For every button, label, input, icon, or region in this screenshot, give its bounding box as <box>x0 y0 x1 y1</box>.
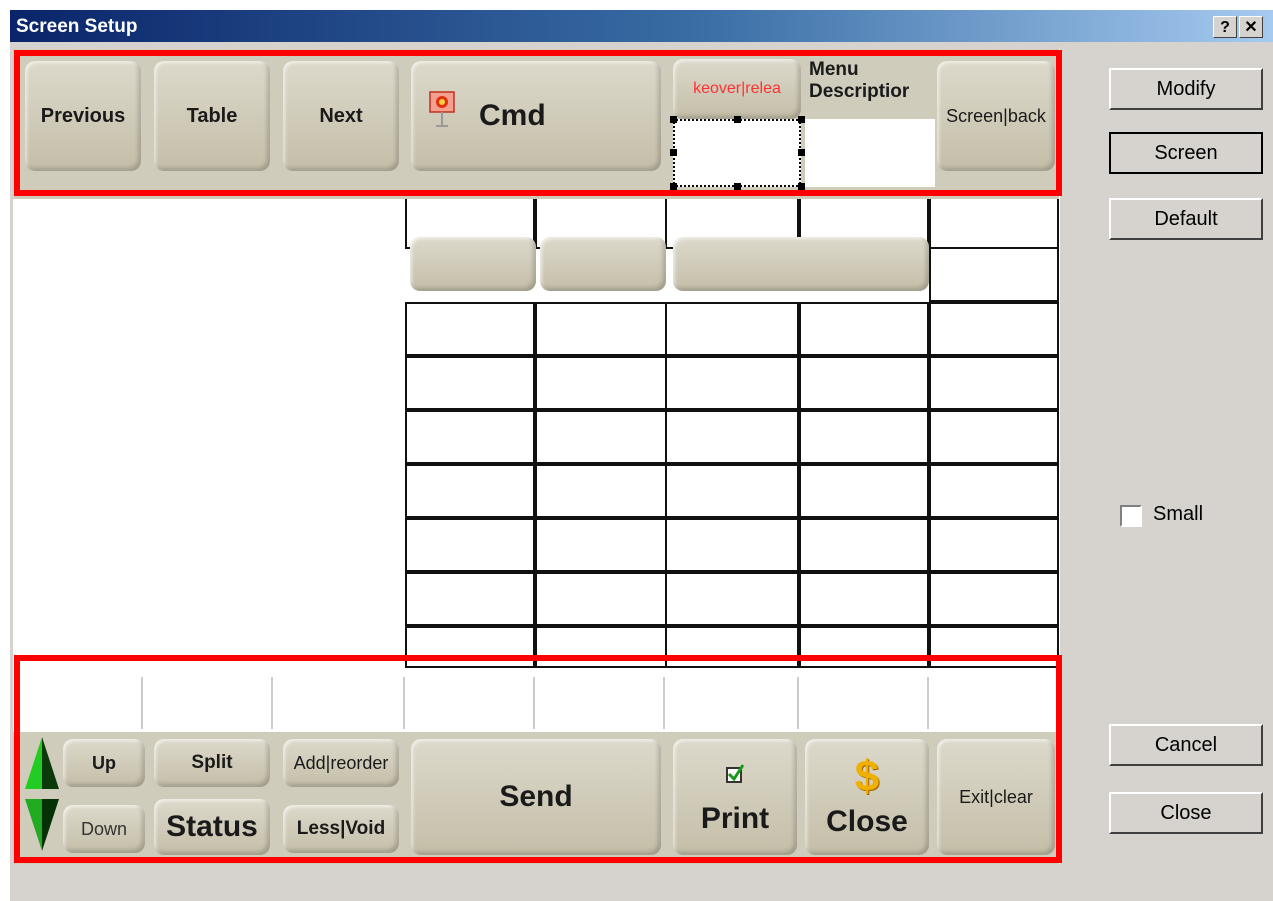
cmd-label: Cmd <box>479 99 546 132</box>
screen-setup-window: Screen Setup ? ✕ Previous Table Next Cmd… <box>10 10 1273 901</box>
selected-cell[interactable] <box>673 119 801 187</box>
small-label: Small <box>1153 503 1204 525</box>
grid-cell[interactable] <box>665 464 799 518</box>
exit-clear-button[interactable]: Exit|clear <box>937 739 1055 855</box>
cmd-icon <box>427 90 457 130</box>
grid-cell[interactable] <box>535 464 667 518</box>
bottom-cell[interactable] <box>145 677 273 729</box>
grid-button[interactable] <box>410 237 536 291</box>
grid-cell[interactable] <box>799 410 929 464</box>
grid-cell[interactable] <box>799 572 929 626</box>
print-button[interactable]: Print <box>673 739 797 855</box>
grid-cell[interactable] <box>535 410 667 464</box>
up-arrow-icon <box>21 735 63 791</box>
previous-button[interactable]: Previous <box>25 61 141 171</box>
grid-cell[interactable] <box>929 247 1059 302</box>
close-window-button[interactable]: ✕ <box>1239 16 1263 38</box>
up-button[interactable]: Up <box>63 739 145 787</box>
grid-cell[interactable] <box>929 197 1059 249</box>
next-button[interactable]: Next <box>283 61 399 171</box>
bottom-cell[interactable] <box>405 677 535 729</box>
grid-cell[interactable] <box>799 302 929 356</box>
resize-handle[interactable] <box>670 116 677 123</box>
bottom-cell[interactable] <box>535 677 665 729</box>
resize-handle[interactable] <box>798 149 805 156</box>
table-button[interactable]: Table <box>154 61 270 171</box>
bottom-cell[interactable] <box>929 677 1059 729</box>
cancel-button[interactable]: Cancel <box>1109 724 1263 766</box>
help-button[interactable]: ? <box>1213 16 1237 38</box>
grid-button[interactable] <box>540 237 666 291</box>
grid-cell[interactable] <box>799 518 929 572</box>
add-reorder-button[interactable]: Add|reorder <box>283 739 399 787</box>
resize-handle[interactable] <box>798 116 805 123</box>
grid-cell[interactable] <box>405 302 535 356</box>
cmd-button[interactable]: Cmd <box>411 61 661 171</box>
title-bar: Screen Setup ? ✕ <box>10 10 1273 42</box>
modify-button[interactable]: Modify <box>1109 68 1263 110</box>
grid-cell[interactable] <box>535 572 667 626</box>
dollar-icon: $ <box>854 752 880 801</box>
grid-cell[interactable] <box>799 626 929 668</box>
less-void-button[interactable]: Less|Void <box>283 805 399 853</box>
split-button[interactable]: Split <box>154 739 270 787</box>
bottom-cell[interactable] <box>799 677 929 729</box>
window-title: Screen Setup <box>16 16 138 37</box>
grid-cell[interactable] <box>799 356 929 410</box>
grid-cell[interactable] <box>665 410 799 464</box>
grid-cell[interactable] <box>405 356 535 410</box>
resize-handle[interactable] <box>734 183 741 190</box>
grid-cell[interactable] <box>405 410 535 464</box>
grid-cell[interactable] <box>405 572 535 626</box>
resize-handle[interactable] <box>734 116 741 123</box>
grid-cell[interactable] <box>665 626 799 668</box>
small-checkbox[interactable] <box>1120 505 1142 527</box>
bottom-cell[interactable] <box>21 677 143 729</box>
grid-cell[interactable] <box>929 410 1059 464</box>
print-label: Print <box>700 802 770 835</box>
bottom-cell[interactable] <box>275 677 405 729</box>
grid-cell[interactable] <box>535 626 667 668</box>
grid-cell[interactable] <box>929 518 1059 572</box>
resize-handle[interactable] <box>798 183 805 190</box>
grid-button-wide[interactable] <box>673 237 929 291</box>
grid-cell[interactable] <box>929 302 1059 356</box>
bottom-cell[interactable] <box>665 677 799 729</box>
menu-description-label[interactable]: Menu Descriptior <box>805 59 935 127</box>
takeover-release-button[interactable]: keover|relea <box>673 59 801 119</box>
grid-cell[interactable] <box>535 518 667 572</box>
checkmark-icon <box>724 758 746 783</box>
screen-back-button[interactable]: Screen|back <box>937 61 1055 171</box>
layout-canvas: Previous Table Next Cmd keover|relea Men… <box>13 49 1060 864</box>
close-button[interactable]: Close <box>1109 792 1263 834</box>
grid-cell[interactable] <box>929 626 1059 668</box>
grid-cell[interactable] <box>405 626 535 668</box>
close-label: Close <box>826 805 908 838</box>
screen-button[interactable]: Screen <box>1109 132 1263 174</box>
resize-handle[interactable] <box>670 183 677 190</box>
grid-cell[interactable] <box>929 464 1059 518</box>
grid-cell[interactable] <box>665 356 799 410</box>
grid-cell[interactable] <box>665 572 799 626</box>
status-button[interactable]: Status <box>154 799 270 855</box>
grid-cell[interactable] <box>929 572 1059 626</box>
grid-cell[interactable] <box>665 518 799 572</box>
resize-handle[interactable] <box>670 149 677 156</box>
grid-cell[interactable] <box>405 464 535 518</box>
grid-cell[interactable] <box>535 356 667 410</box>
send-button[interactable]: Send <box>411 739 661 855</box>
down-button[interactable]: Down <box>63 805 145 853</box>
default-button[interactable]: Default <box>1109 198 1263 240</box>
grid-cell[interactable] <box>665 302 799 356</box>
grid-cell[interactable] <box>405 518 535 572</box>
grid-cell[interactable] <box>799 464 929 518</box>
down-arrow-icon <box>21 797 63 853</box>
close-check-button[interactable]: $ Close <box>805 739 929 855</box>
grid-cell[interactable] <box>535 302 667 356</box>
grid-cell[interactable] <box>929 356 1059 410</box>
menu-description-cell[interactable] <box>805 119 935 187</box>
